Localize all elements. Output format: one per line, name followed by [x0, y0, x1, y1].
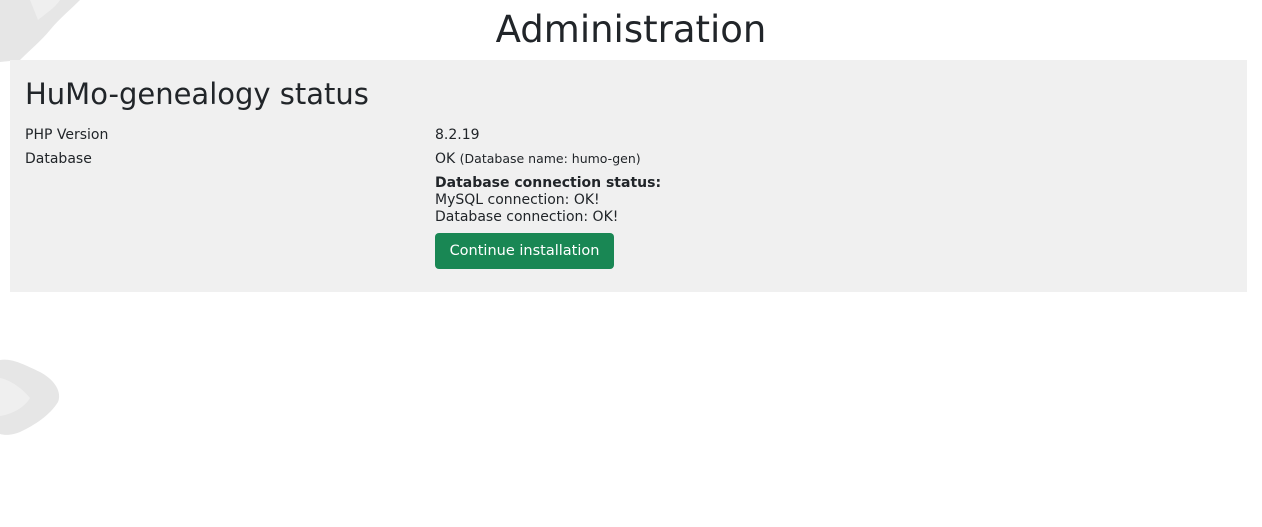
- mysql-connection-status: MySQL connection: OK!: [435, 192, 600, 208]
- php-version-label: PHP Version: [25, 127, 109, 143]
- database-status: OK: [435, 151, 456, 167]
- status-title: HuMo-genealogy status: [25, 77, 369, 111]
- connection-status-heading: Database connection status:: [435, 175, 662, 191]
- continue-installation-button[interactable]: Continue installation: [435, 233, 614, 269]
- page: Administration HuMo-genealogy status PHP…: [0, 0, 1262, 527]
- database-connection-status: Database connection: OK!: [435, 209, 619, 225]
- database-label: Database: [25, 151, 92, 167]
- database-name-detail: (Database name: humo-gen): [459, 151, 641, 166]
- connection-status-block: Database connection status: MySQL connec…: [435, 175, 661, 226]
- status-panel: HuMo-genealogy status PHP Version 8.2.19…: [10, 60, 1247, 292]
- database-value: OK (Database name: humo-gen): [435, 150, 641, 168]
- page-title: Administration: [495, 8, 767, 51]
- php-version-value: 8.2.19: [435, 127, 480, 143]
